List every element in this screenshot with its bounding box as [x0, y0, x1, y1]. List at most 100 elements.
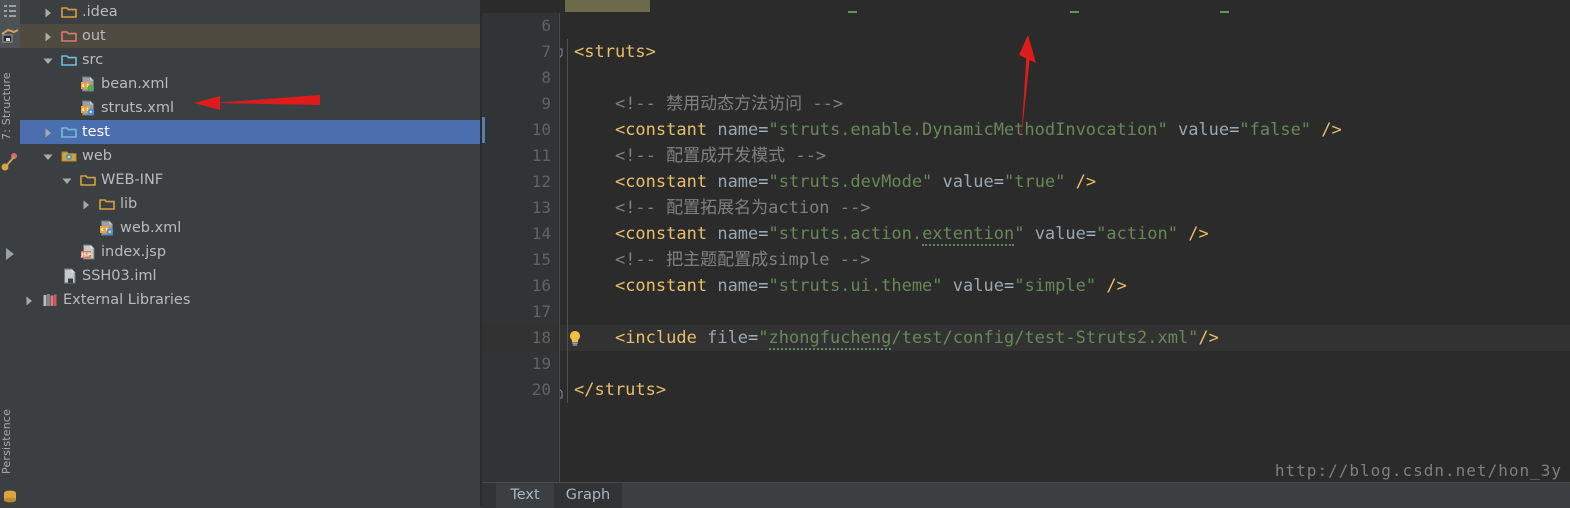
code-line[interactable]: </struts> [574, 377, 666, 403]
code-line[interactable]: <struts> [574, 39, 656, 65]
expand-triangle-icon[interactable] [4, 247, 16, 261]
tree-item-out[interactable]: out [20, 24, 480, 48]
code-token: = [993, 172, 1004, 192]
line-number: 9 [541, 94, 551, 113]
tool-window-structure[interactable]: 7: Structure [0, 60, 20, 152]
code-token: = [758, 120, 769, 140]
code-token: name [717, 224, 759, 244]
xml-struts-file-icon [80, 100, 96, 116]
indent-guide [567, 39, 568, 403]
line-number: 15 [531, 250, 551, 269]
fold-collapse-icon[interactable] [560, 46, 564, 58]
tab-strip-stub [482, 483, 496, 508]
code-token: value [1177, 120, 1230, 140]
code-token: <constant [614, 172, 708, 192]
tree-item-src[interactable]: src [20, 48, 480, 72]
code-token: = [748, 328, 759, 348]
code-token: "action" [1096, 224, 1179, 244]
tree-item-lib[interactable]: lib [20, 192, 480, 216]
tree-item-ssh03-iml[interactable]: SSH03.iml [20, 264, 480, 288]
tool-button-structure[interactable] [0, 22, 20, 48]
code-token: <constant [614, 224, 708, 244]
line-number: 16 [531, 276, 551, 295]
tree-item--idea[interactable]: .idea [20, 0, 480, 24]
structure-icon [1, 28, 19, 43]
code-token: /> [1188, 224, 1209, 244]
line-number: 7 [541, 42, 551, 61]
code-line[interactable]: <!-- 配置拓展名为action --> [574, 195, 871, 221]
tab-text[interactable]: Text [496, 483, 554, 508]
chevron-right-icon[interactable] [22, 288, 36, 312]
project-tree[interactable]: .idea out src bean.xml struts.xml test web WEB-… [20, 0, 480, 480]
tree-item-web-xml[interactable]: web.xml [20, 216, 480, 240]
chevron-down-icon[interactable] [41, 144, 55, 168]
code-token: /> [1321, 120, 1342, 140]
xml-spring-file-icon [80, 76, 96, 92]
code-token: name [717, 172, 759, 192]
line-number: 14 [531, 224, 551, 243]
code-token: "struts.devMode" [768, 172, 933, 192]
editor-code-area[interactable]: <struts> <!-- 禁用动态方法访问 --> <constant nam… [560, 13, 1570, 482]
code-line[interactable]: <constant name="struts.devMode" value="t… [574, 169, 1096, 195]
code-line[interactable]: <constant name="struts.enable.DynamicMet… [574, 117, 1342, 143]
line-number: 19 [531, 354, 551, 373]
tree-item-struts-xml[interactable]: struts.xml [20, 96, 480, 120]
code-token: name [717, 276, 759, 296]
chevron-right-icon[interactable] [41, 24, 55, 48]
chevron-down-icon[interactable] [41, 48, 55, 72]
code-token: file [707, 328, 749, 348]
code-line[interactable]: <!-- 配置成开发模式 --> [574, 143, 826, 169]
tree-item-label: out [82, 28, 106, 44]
fold-end-icon[interactable] [560, 384, 564, 399]
tree-item-web-inf[interactable]: WEB-INF [20, 168, 480, 192]
code-line[interactable]: <constant name="struts.action.extention"… [574, 221, 1209, 247]
code-token: zhongfucheng [768, 328, 892, 350]
tree-item-label: WEB-INF [101, 172, 164, 188]
code-token: value [1034, 224, 1086, 244]
chevron-right-icon[interactable] [79, 192, 93, 216]
tree-item-test[interactable]: test [20, 120, 480, 144]
editor-gutter[interactable]: 6 7 8 9 10 11 12 13 14 15 16 17 18 19 20 [482, 13, 559, 482]
tool-button-project[interactable] [0, 0, 20, 22]
chevron-right-icon[interactable] [41, 120, 55, 144]
code-token: " [1014, 224, 1025, 244]
code-token: <!-- 把主题配置成simple --> [614, 250, 871, 270]
ide-window: 7: Structure Persistence .idea out src bean… [0, 0, 1570, 508]
xml-editor[interactable]: 6 7 8 9 10 11 12 13 14 15 16 17 18 19 20 <struts> <!--… [482, 0, 1570, 482]
database-icon [4, 490, 16, 503]
folder-red-icon [61, 28, 77, 44]
code-line[interactable]: <!-- 把主题配置成simple --> [574, 247, 871, 273]
code-line[interactable]: <!-- 禁用动态方法访问 --> [574, 91, 843, 117]
chevron-right-icon[interactable] [41, 0, 55, 24]
code-token: = [758, 224, 769, 244]
tab-graph[interactable]: Graph [554, 483, 622, 508]
tree-item-external-libraries[interactable]: External Libraries [20, 288, 480, 312]
code-token: <constant [614, 276, 708, 296]
tree-item-label: struts.xml [101, 100, 174, 116]
code-line[interactable]: <include file="zhongfucheng/test/config/… [574, 325, 1219, 351]
code-token: /test/config/test-Struts2.xml" [891, 328, 1199, 348]
tree-item-label: test [82, 124, 110, 140]
editor-view-tabs[interactable]: Text Graph [482, 482, 1570, 508]
dependency-graph-icon[interactable] [1, 152, 19, 172]
code-token: name [717, 120, 759, 140]
tool-window-persistence[interactable]: Persistence [0, 395, 20, 487]
tree-item-label: src [82, 52, 104, 68]
tree-item-index-jsp[interactable]: JSP index.jsp [20, 240, 480, 264]
code-token: "true" [1003, 172, 1066, 192]
chevron-down-icon[interactable] [60, 168, 74, 192]
tree-item-web[interactable]: web [20, 144, 480, 168]
code-token: /> [1198, 328, 1219, 348]
code-token: extention [922, 224, 1015, 246]
code-line[interactable]: <constant name="struts.ui.theme" value="… [574, 273, 1127, 299]
tree-item-bean-xml[interactable]: bean.xml [20, 72, 480, 96]
